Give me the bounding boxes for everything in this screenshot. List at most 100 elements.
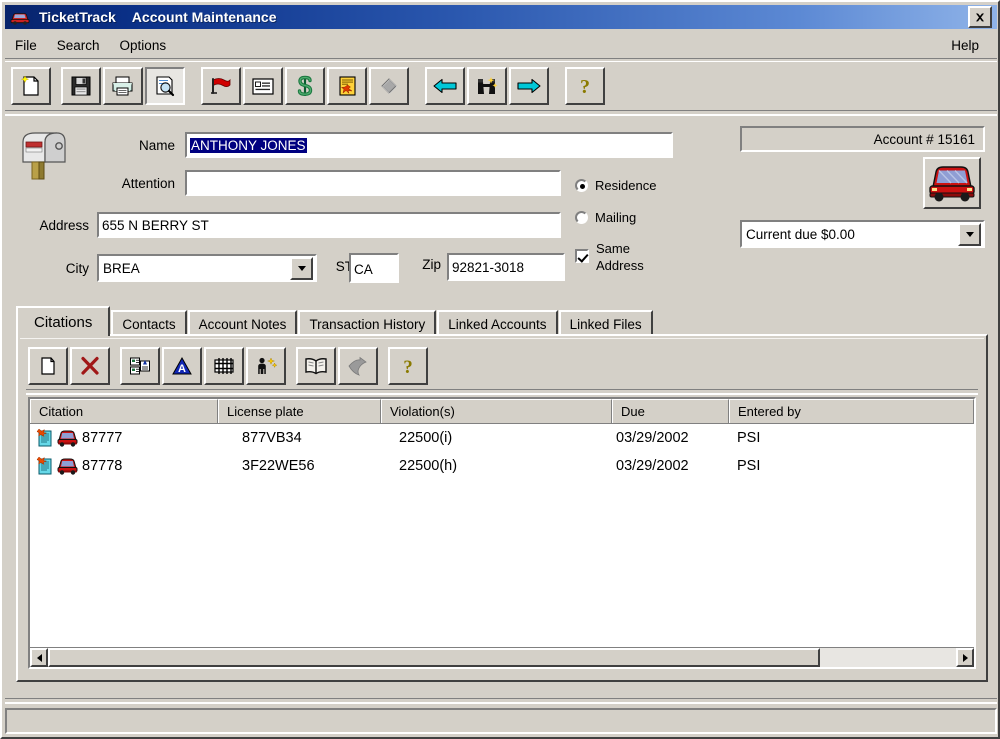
zip-input[interactable]: 92821-3018: [447, 253, 565, 281]
dollar-icon: [297, 75, 313, 96]
print-button[interactable]: [103, 67, 143, 105]
vehicle-image: [923, 157, 981, 209]
find-button[interactable]: [467, 67, 507, 105]
payment-button[interactable]: [285, 67, 325, 105]
column-header-license-plate[interactable]: License plate: [218, 399, 381, 423]
cell-license-plate: 3F22WE56: [242, 458, 315, 474]
app-name: TicketTrack: [39, 9, 116, 25]
column-header-due[interactable]: Due: [612, 399, 729, 423]
same-address-label-line2: Address: [596, 258, 644, 273]
delete-citation-button[interactable]: [70, 347, 110, 385]
chevron-down-icon: [965, 231, 974, 237]
diamond-button[interactable]: [369, 67, 409, 105]
right-arrow-icon: [517, 78, 541, 94]
scroll-left-button[interactable]: [30, 648, 48, 667]
cell-entered-by: PSI: [737, 430, 761, 446]
id-card-icon: [252, 77, 274, 95]
left-arrow-icon: [36, 653, 42, 662]
lookup-button[interactable]: [296, 347, 336, 385]
officer-button[interactable]: [246, 347, 286, 385]
scrollbar-thumb[interactable]: [48, 648, 820, 667]
question-mark-icon: ?: [403, 357, 413, 376]
left-arrow-icon: [433, 78, 457, 94]
previous-record-button[interactable]: [425, 67, 465, 105]
address-input[interactable]: 655 N BERRY ST: [97, 212, 561, 238]
save-button[interactable]: [61, 67, 101, 105]
mailing-radio[interactable]: Mailing: [575, 210, 636, 225]
status-bar-text: [7, 714, 13, 728]
residence-radio[interactable]: Residence: [575, 178, 656, 193]
tab-linked-files[interactable]: Linked Files: [558, 310, 653, 336]
tab-linked-files-label: Linked Files: [569, 316, 642, 332]
citations-panel: A ? Citation License plate Violation(s) …: [16, 334, 988, 682]
chevron-down-icon: [297, 265, 306, 271]
red-car-icon: [57, 430, 78, 447]
grid-icon: [214, 358, 234, 374]
print-preview-button[interactable]: [145, 67, 185, 105]
current-due-dropdown-button[interactable]: [958, 222, 981, 246]
column-header-violations[interactable]: Violation(s): [381, 399, 612, 423]
svg-text:A: A: [178, 363, 186, 375]
help-button[interactable]: ?: [565, 67, 605, 105]
menu-help[interactable]: Help: [941, 36, 989, 55]
citations-rows: 87777 877VB34 22500(i) 03/29/2002 PSI 87…: [30, 424, 974, 647]
flag-button[interactable]: [201, 67, 241, 105]
city-combobox[interactable]: BREA: [97, 254, 317, 282]
grid-button[interactable]: [204, 347, 244, 385]
same-address-checkbox[interactable]: Same Address: [575, 240, 644, 274]
back-button[interactable]: [338, 347, 378, 385]
tab-citations[interactable]: Citations: [16, 306, 111, 336]
menu-search[interactable]: Search: [47, 36, 110, 55]
tab-account-notes[interactable]: Account Notes: [187, 310, 298, 336]
close-icon: [976, 13, 984, 21]
red-car-icon: [57, 458, 78, 475]
next-record-button[interactable]: [509, 67, 549, 105]
scrollbar-track[interactable]: [48, 648, 956, 667]
city-dropdown-button[interactable]: [290, 256, 313, 280]
blue-triangle-icon: A: [172, 356, 192, 375]
copy-button[interactable]: [120, 347, 160, 385]
current-due-dropdown[interactable]: Current due $0.00: [740, 220, 985, 248]
cell-citation: 87778: [82, 458, 123, 474]
account-form: Name ANTHONY JONES Attention Address 655…: [5, 116, 997, 294]
card-button[interactable]: [243, 67, 283, 105]
alert-button[interactable]: A: [162, 347, 202, 385]
new-document-icon: [21, 75, 39, 96]
tab-help-button[interactable]: ?: [388, 347, 428, 385]
citation-ticket-icon: [36, 456, 52, 475]
tab-transaction-history[interactable]: Transaction History: [298, 310, 437, 336]
title-bar: TicketTrack Account Maintenance: [5, 5, 997, 29]
cell-due: 03/29/2002: [616, 458, 689, 474]
row-icons: [30, 456, 78, 476]
print-preview-icon: [156, 76, 175, 97]
attention-input[interactable]: [185, 170, 561, 196]
state-input[interactable]: CA: [349, 253, 399, 283]
gray-arrow-icon: [348, 356, 367, 376]
tab-linked-accounts-label: Linked Accounts: [448, 316, 547, 332]
account-number-field: Account # 15161: [740, 126, 985, 152]
new-citation-button[interactable]: [28, 347, 68, 385]
close-button[interactable]: [968, 6, 992, 28]
scroll-right-button[interactable]: [956, 648, 974, 667]
state-label: ST: [335, 259, 353, 274]
table-row[interactable]: 87777 877VB34 22500(i) 03/29/2002 PSI: [30, 424, 974, 452]
tab-contacts[interactable]: Contacts: [111, 310, 187, 336]
same-address-label-line1: Same: [596, 241, 630, 256]
tab-linked-accounts[interactable]: Linked Accounts: [437, 310, 558, 336]
horizontal-scrollbar[interactable]: [30, 647, 974, 667]
name-input[interactable]: ANTHONY JONES: [185, 132, 673, 158]
citation-button[interactable]: [327, 67, 367, 105]
menu-options[interactable]: Options: [110, 36, 177, 55]
main-toolbar: ?: [5, 62, 997, 110]
statusbar-divider: [5, 698, 997, 704]
column-header-citation[interactable]: Citation: [30, 399, 218, 423]
menu-bar: File Search Options Help: [5, 32, 997, 58]
row-icons: [30, 428, 78, 448]
column-header-entered-by[interactable]: Entered by: [729, 399, 974, 423]
svg-text:?: ?: [403, 357, 413, 376]
tab-account-notes-label: Account Notes: [198, 316, 287, 332]
table-row[interactable]: 87778 3F22WE56 22500(h) 03/29/2002 PSI: [30, 452, 974, 480]
new-account-button[interactable]: [11, 67, 51, 105]
app-icon: [9, 7, 31, 27]
menu-file[interactable]: File: [5, 36, 47, 55]
